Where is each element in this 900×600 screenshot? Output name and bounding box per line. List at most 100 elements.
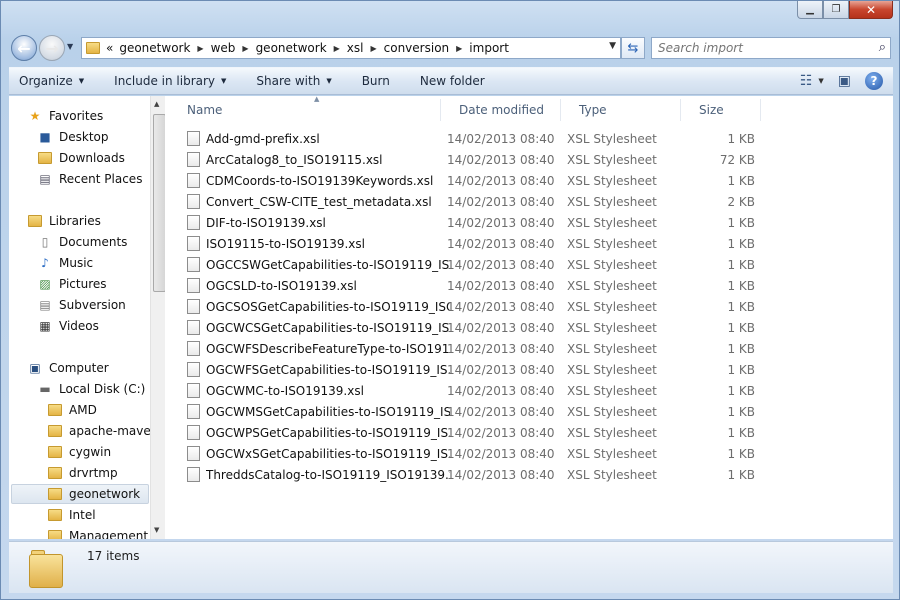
folder-icon [86,42,100,54]
navigation-pane: ★ Favorites ■ Desktop Downloads ▤ Recent Pl… [9,96,165,539]
caption-buttons: ▁ ❐ ✕ [797,1,893,19]
nav-folder-cygwin[interactable]: cygwin [47,442,111,462]
nav-folder-geonetwork[interactable]: geonetwork [11,484,149,504]
nav-folder-drvrtmp[interactable]: drvrtmp [47,463,118,483]
search-box[interactable]: ⌕ [651,37,891,59]
column-header-name[interactable]: Name ▲ [169,95,441,121]
search-input[interactable] [658,41,858,55]
preview-pane-icon[interactable]: ▣ [838,73,851,89]
scroll-up-icon[interactable]: ▲ [154,100,159,108]
breadcrumb-conversion[interactable]: conversion ▶ [384,41,470,55]
breadcrumb-xsl[interactable]: xsl ▶ [347,41,384,55]
view-dropdown-icon[interactable]: ▼ [818,77,823,85]
help-icon[interactable]: ? [865,72,883,90]
column-header-type[interactable]: Type [561,99,681,121]
xsl-file-icon [187,152,200,167]
nav-downloads[interactable]: Downloads [37,148,125,168]
nav-pictures[interactable]: ▨ Pictures [37,274,106,294]
music-icon: ♪ [41,256,49,270]
caret-down-icon: ▼ [221,77,227,85]
scroll-thumb[interactable] [153,114,165,292]
downloads-folder-icon [37,151,53,165]
organize-menu[interactable]: Organize ▼ [19,74,84,88]
file-row[interactable]: OGCWCSGetCapabilities-to-ISO19119_IS... 1… [187,317,787,338]
breadcrumb-geonetwork-2[interactable]: geonetwork ▶ [256,41,347,55]
breadcrumb-geonetwork[interactable]: geonetwork ▶ [119,41,210,55]
computer-icon: ▣ [29,361,41,375]
nav-recent-places[interactable]: ▤ Recent Places [37,169,142,189]
xsl-file-icon [187,446,200,461]
chevron-right-icon[interactable]: ▶ [370,44,376,53]
xsl-file-icon [187,194,200,209]
address-dropdown-icon[interactable]: ▼ [609,41,616,51]
folder-icon [47,424,63,438]
breadcrumb-import[interactable]: import [469,41,509,55]
xsl-file-icon [187,362,200,377]
file-row[interactable]: OGCWxSGetCapabilities-to-ISO19119_IS... 1… [187,443,787,464]
chevron-right-icon[interactable]: ▶ [334,44,340,53]
nav-libraries[interactable]: Libraries [27,211,101,231]
nav-videos[interactable]: ▦ Videos [37,316,99,336]
folder-icon [47,403,63,417]
file-row[interactable]: OGCWMC-to-ISO19139.xsl 14/02/2013 08:40 XS… [187,380,787,401]
maximize-button[interactable]: ❐ [823,1,849,19]
file-row[interactable]: CDMCoords-to-ISO19139Keywords.xsl 14/02/2… [187,170,787,191]
xsl-file-icon [187,131,200,146]
share-with-menu[interactable]: Share with ▼ [256,74,331,88]
nav-folder-intel[interactable]: Intel [47,505,96,525]
folder-icon [47,487,63,501]
file-row[interactable]: OGCWFSDescribeFeatureType-to-ISO191... 14… [187,338,787,359]
column-header-size[interactable]: Size [681,99,761,121]
folder-icon [47,466,63,480]
refresh-button[interactable]: ⇆ [621,37,645,59]
close-button[interactable]: ✕ [849,1,893,19]
nav-computer[interactable]: ▣ Computer [27,358,108,378]
scroll-down-icon[interactable]: ▼ [154,526,159,534]
file-row[interactable]: OGCSLD-to-ISO19139.xsl 14/02/2013 08:40 XS… [187,275,787,296]
address-bar[interactable]: « geonetwork ▶ web ▶ geonetwork ▶ xsl ▶ conv… [81,37,621,59]
nav-folder-amd[interactable]: AMD [47,400,97,420]
nav-favorites[interactable]: ★ Favorites [27,106,104,126]
minimize-button[interactable]: ▁ [797,1,823,19]
file-row[interactable]: ArcCatalog8_to_ISO19115.xsl 14/02/2013 08… [187,149,787,170]
nav-documents[interactable]: ▯ Documents [37,232,128,252]
xsl-file-icon [187,425,200,440]
chevron-right-icon[interactable]: ▶ [197,44,203,53]
column-header-date[interactable]: Date modified [441,99,561,121]
file-row[interactable]: OGCWFSGetCapabilities-to-ISO19119_IS... 1… [187,359,787,380]
new-folder-button[interactable]: New folder [420,74,485,88]
back-button[interactable]: ← [11,35,37,61]
chevron-right-icon[interactable]: ▶ [242,44,248,53]
xsl-file-icon [187,257,200,272]
nav-scrollbar[interactable]: ▲ ▼ [150,96,165,539]
recent-pages-dropdown-icon[interactable]: ▼ [67,42,73,51]
file-row[interactable]: DIF-to-ISO19139.xsl 14/02/2013 08:40 XSL S… [187,212,787,233]
recent-places-icon: ▤ [39,172,51,186]
search-icon[interactable]: ⌕ [879,40,886,55]
breadcrumb-web[interactable]: web ▶ [211,41,256,55]
file-row[interactable]: Add-gmd-prefix.xsl 14/02/2013 08:40 XSL St… [187,128,787,149]
forward-button[interactable]: → [39,35,65,61]
libraries-icon [27,214,43,228]
xsl-file-icon [187,383,200,398]
nav-local-disk[interactable]: ▬ Local Disk (C:) [37,379,145,399]
burn-button[interactable]: Burn [362,74,390,88]
breadcrumb-overflow[interactable]: « [106,41,113,55]
file-row[interactable]: ISO19115-to-ISO19139.xsl 14/02/2013 08:40… [187,233,787,254]
nav-folder-apache-maven[interactable]: apache-maven [47,421,158,441]
file-row[interactable]: OGCWPSGetCapabilities-to-ISO19119_IS... 1… [187,422,787,443]
xsl-file-icon [187,236,200,251]
file-row[interactable]: Convert_CSW-CITE_test_metadata.xsl 14/02/… [187,191,787,212]
file-row[interactable]: ThreddsCatalog-to-ISO19119_ISO19139.xsl 1… [187,464,787,485]
nav-music[interactable]: ♪ Music [37,253,93,273]
folder-icon [47,508,63,522]
nav-desktop[interactable]: ■ Desktop [37,127,108,147]
file-row[interactable]: OGCSOSGetCapabilities-to-ISO19119_ISO...… [187,296,787,317]
file-row[interactable]: OGCWMSGetCapabilities-to-ISO19119_IS... 1… [187,401,787,422]
nav-folder-management[interactable]: Management [47,526,148,539]
chevron-right-icon[interactable]: ▶ [456,44,462,53]
file-row[interactable]: OGCCSWGetCapabilities-to-ISO19119_IS... 1… [187,254,787,275]
include-in-library-menu[interactable]: Include in library ▼ [114,74,226,88]
nav-subversion[interactable]: ▤ Subversion [37,295,125,315]
view-options-icon[interactable]: ☷ [800,73,813,89]
